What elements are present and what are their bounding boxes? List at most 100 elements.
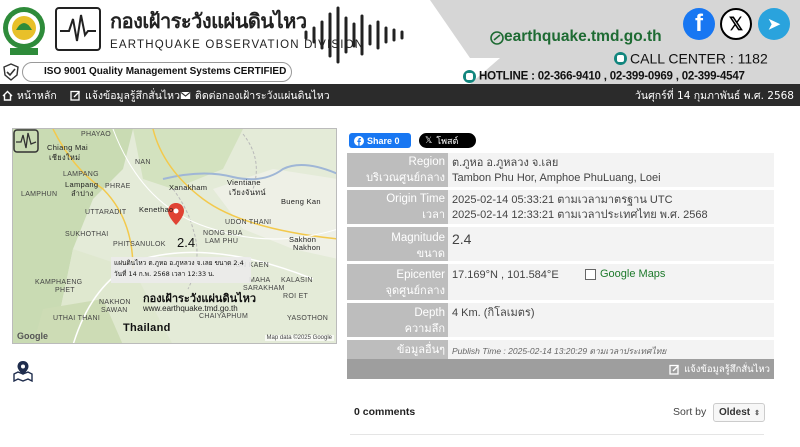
- label-en: Depth: [414, 307, 445, 319]
- map-label: Xanakham: [169, 183, 208, 192]
- map-label: KAMPHAENG: [35, 279, 83, 286]
- depth-value: 4 Km. (กิโลเมตร): [452, 307, 535, 319]
- map-label: Nakhon: [293, 243, 321, 252]
- seismograph-logo[interactable]: [55, 7, 101, 51]
- label-th: จุดศูนย์กลาง: [385, 284, 446, 297]
- map-label: MAHA: [249, 277, 271, 284]
- comments-divider: [350, 434, 764, 435]
- hotline[interactable]: HOTLINE : 02-366-9410 , 02-399-0969 , 02…: [463, 66, 745, 85]
- google-maps-checkbox[interactable]: [585, 268, 596, 280]
- info-row-region: Region บริเวณศูนย์กลาง ต.ภูหอ อ.ภูหลวง จ…: [347, 153, 774, 187]
- label-th: ข้อมูลอื่นๆ: [396, 343, 445, 356]
- label-en: Magnitude: [391, 232, 445, 244]
- x-post-button[interactable]: 𝕏 โพสต์: [419, 133, 476, 148]
- row-label: Origin Time เวลา: [347, 190, 448, 224]
- region-english: Tambon Phu Hor, Amphoe PhuLuang, Loei: [452, 172, 661, 184]
- home-icon: [2, 90, 13, 101]
- map-label: LAM PHU: [205, 238, 239, 245]
- magnitude-value: 2.4: [452, 231, 472, 247]
- map-label: KALASIN: [281, 277, 313, 284]
- map-label: เชียงใหม่: [49, 153, 81, 162]
- popup-line: แผ่นดินไหว ต.ภูหอ อ.ภูหลวง จ.เลย ขนาด 2.…: [114, 259, 244, 267]
- row-label: Depth ความลึก: [347, 303, 448, 337]
- current-date: วันศุกร์ที่ 14 กุมภาพันธ์ พ.ศ. 2568: [635, 89, 794, 102]
- row-value: 2025-02-14 05:33:21 ตามเวลามาตรฐาน UTC 2…: [452, 193, 708, 223]
- sort-arrows-icon: ⇕: [754, 409, 760, 417]
- map-label: UTHAI THANI: [53, 315, 101, 322]
- site-title-thai: กองเฝ้าระวังแผ่นดินไหว: [110, 9, 307, 33]
- label-th: เวลา: [422, 208, 445, 221]
- call-center[interactable]: CALL CENTER : 1182: [614, 48, 768, 67]
- mail-icon: [180, 91, 191, 99]
- map-label: เวียงจันทน์: [229, 188, 266, 197]
- telegram-icon[interactable]: ➤: [758, 8, 790, 40]
- nav-item-contact[interactable]: ติดต่อกองเฝ้าระวังแผ่นดินไหว: [180, 84, 330, 106]
- report-felt-link[interactable]: แจ้งข้อมูลรู้สึกสั่นไหว: [669, 362, 770, 377]
- label-en: Origin Time: [386, 193, 445, 205]
- sort-select[interactable]: Oldest ⇕: [713, 403, 765, 422]
- label-th: บริเวณศูนย์กลาง: [366, 171, 445, 184]
- phone-icon: [614, 52, 627, 65]
- info-row-depth: Depth ความลึก 4 Km. (กิโลเมตร): [347, 303, 774, 337]
- label-th: ขนาด: [416, 247, 445, 260]
- website-link[interactable]: earthquake.tmd.go.th: [488, 28, 662, 46]
- map-label: Bueng Kan: [281, 197, 321, 206]
- google-maps-label: Google Maps: [600, 268, 666, 280]
- row-label: ข้อมูลอื่นๆ: [347, 340, 448, 360]
- map-label: NONG BUA: [203, 230, 243, 237]
- edit-icon: [70, 90, 80, 101]
- nav-item-home[interactable]: หน้าหลัก: [2, 84, 57, 106]
- google-maps-link[interactable]: Google Maps: [585, 268, 665, 280]
- iso-text: ISO 9001 Quality Management Systems CERT…: [44, 66, 287, 77]
- facebook-icon: [354, 135, 364, 146]
- site-header: กองเฝ้าระวังแผ่นดินไหว EARTHQUAKE OBSERV…: [0, 0, 800, 84]
- report-bar: แจ้งข้อมูลรู้สึกสั่นไหว: [347, 359, 774, 379]
- website-url-text: earthquake.tmd.go.th: [504, 28, 662, 45]
- info-row-magnitude: Magnitude ขนาด 2.4: [347, 227, 774, 261]
- map-label: PHAYAO: [81, 131, 111, 138]
- x-icon[interactable]: 𝕏: [720, 8, 752, 40]
- nav-item-report[interactable]: แจ้งข้อมูลรู้สึกสั่นไหว: [70, 84, 180, 106]
- post-label: โพสต์: [436, 136, 459, 147]
- map-label: Kenethao: [139, 205, 174, 214]
- info-row-epicenter: Epicenter จุดศูนย์กลาง 17.169°N , 101.58…: [347, 264, 774, 300]
- map-label: NAKHON: [99, 299, 131, 306]
- iso-certified-icon: [3, 63, 19, 81]
- report-link-label: แจ้งข้อมูลรู้สึกสั่นไหว: [684, 364, 770, 375]
- epicenter-map[interactable]: PHAYAO Chiang Mai เชียงใหม่ LAMPANG Lamp…: [12, 128, 337, 344]
- edit-icon: [669, 364, 680, 375]
- sort-value: Oldest: [719, 407, 751, 418]
- facebook-share-button[interactable]: Share 0: [349, 133, 411, 148]
- map-magnitude-label: 2.4: [177, 235, 196, 250]
- map-label: NAN: [135, 159, 151, 166]
- share-label: Share 0: [367, 135, 400, 146]
- hotline-text: HOTLINE : 02-366-9410 , 02-399-0969 , 02…: [479, 70, 745, 83]
- publish-time: Publish Time : 2025-02-14 13:20:29 ตามเว…: [452, 346, 667, 356]
- facebook-icon[interactable]: f: [683, 8, 715, 40]
- map-label: YASOTHON: [287, 315, 329, 322]
- map-label: PHET: [55, 287, 75, 294]
- origin-time-utc: 2025-02-14 05:33:21 ตามเวลามาตรฐาน UTC: [452, 194, 673, 206]
- popup-line: วันที่ 14 ก.พ. 2568 เวลา 12:33 น.: [114, 270, 215, 278]
- map-label: UDON THANI: [225, 219, 272, 226]
- main-navbar: หน้าหลัก แจ้งข้อมูลรู้สึกสั่นไหว ติดต่อก…: [0, 84, 800, 106]
- map-country-label: Thailand: [123, 322, 171, 334]
- map-label: LAMPHUN: [21, 191, 58, 198]
- nav-label: แจ้งข้อมูลรู้สึกสั่นไหว: [85, 89, 180, 102]
- map-pin-icon[interactable]: [12, 360, 34, 382]
- row-value: ต.ภูหอ อ.ภูหลวง จ.เลย Tambon Phu Hor, Am…: [452, 156, 661, 186]
- waveform-graphic: [304, 6, 404, 64]
- map-label: CHAIYAPHUM: [199, 313, 249, 320]
- tmd-seal-logo[interactable]: [2, 4, 46, 56]
- nav-label: ติดต่อกองเฝ้าระวังแผ่นดินไหว: [195, 89, 330, 102]
- region-thai: ต.ภูหอ อ.ภูหลวง จ.เลย: [452, 157, 559, 169]
- map-label: PHRAE: [105, 183, 131, 190]
- epicenter-coordinates: 17.169°N , 101.584°E: [452, 269, 559, 281]
- label-en: Region: [408, 156, 445, 168]
- map-label: UTTARADIT: [85, 209, 127, 216]
- row-label: Region บริเวณศูนย์กลาง: [347, 153, 448, 187]
- phone-icon: [463, 70, 476, 83]
- info-row-origin-time: Origin Time เวลา 2025-02-14 05:33:21 ตาม…: [347, 190, 774, 224]
- origin-time-local: 2025-02-14 12:33:21 ตามเวลาประเทศไทย พ.ศ…: [452, 209, 708, 221]
- map-label: PHITSANULOK: [113, 241, 166, 248]
